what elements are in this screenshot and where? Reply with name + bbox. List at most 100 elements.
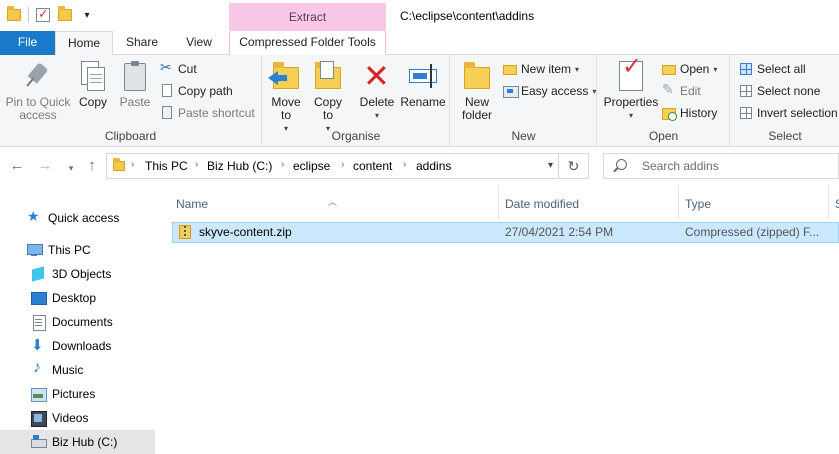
properties-quick-button[interactable]	[35, 6, 51, 24]
new-folder-button[interactable]: New folder	[457, 59, 497, 122]
delete-button[interactable]: ✕ Delete ▾	[359, 59, 395, 122]
clipboard-group-label: Clipboard	[104, 129, 157, 143]
tab-compressed-folder-tools[interactable]: Compressed Folder Tools	[229, 31, 386, 55]
copy-to-icon	[312, 59, 344, 93]
address-bar[interactable]: › This PC › Biz Hub (C:) › eclipse › con…	[106, 153, 559, 179]
nav-item-label: Music	[52, 363, 84, 377]
delete-dropdown-arrow: ▾	[374, 111, 379, 120]
copy-label: Copy	[78, 95, 107, 109]
easy-access-dropdown-arrow: ▾	[592, 86, 597, 96]
copy-to-label: Copy to	[313, 95, 342, 122]
nav-item-desktop[interactable]: Desktop	[0, 286, 155, 310]
easy-access-label: Easy access	[521, 84, 589, 98]
pin-to-quick-access-button[interactable]: Pin to Quick access	[4, 59, 72, 122]
select-none-button[interactable]: Select none	[739, 81, 820, 101]
new-group: New folder New item ▾ Easy access ▾ New	[451, 55, 597, 147]
column-header-type[interactable]: Type	[679, 185, 829, 219]
file-type: Compressed (zipped) F...	[685, 225, 820, 239]
documents-icon	[30, 314, 46, 331]
paste-shortcut-button[interactable]: Paste shortcut	[160, 103, 255, 123]
nav-item-videos[interactable]: Videos	[0, 406, 155, 430]
move-to-icon	[268, 59, 302, 93]
copy-path-button[interactable]: Copy path	[160, 81, 233, 101]
breadcrumb-biz-hub[interactable]: Biz Hub (C:)	[207, 159, 272, 173]
paste-button[interactable]: Paste	[116, 59, 154, 109]
clipboard-group: Pin to Quick access Copy Paste Cut Copy …	[0, 55, 262, 147]
breadcrumb-separator[interactable]: ›	[281, 159, 284, 170]
tab-share[interactable]: Share	[116, 31, 168, 55]
move-to-label: Move to	[271, 95, 301, 122]
tab-file[interactable]: File	[0, 31, 55, 55]
new-item-button[interactable]: New item ▾	[503, 59, 579, 79]
column-header-label: Date modified	[505, 197, 580, 211]
tab-view[interactable]: View	[172, 31, 226, 55]
rename-button[interactable]: Rename	[400, 59, 446, 109]
open-group: Properties ▾ Open ▾ Edit History Open	[598, 55, 730, 147]
select-all-button[interactable]: Select all	[739, 59, 806, 79]
address-dropdown[interactable]: ▾	[548, 160, 553, 171]
nav-item-3d-objects[interactable]: 3D Objects	[0, 262, 155, 286]
breadcrumb-this-pc[interactable]: This PC	[145, 159, 188, 173]
nav-item-label: Documents	[52, 315, 113, 329]
select-none-icon	[739, 84, 753, 98]
invert-selection-button[interactable]: Invert selection	[739, 103, 838, 123]
nav-item-label: Downloads	[52, 339, 112, 353]
search-input[interactable]	[642, 158, 832, 174]
back-button[interactable]: ←	[8, 158, 26, 174]
refresh-button[interactable]: ↻	[559, 153, 589, 179]
nav-item-this-pc[interactable]: This PC	[0, 238, 155, 262]
cut-button[interactable]: Cut	[160, 59, 197, 79]
open-button[interactable]: Open ▾	[662, 59, 717, 79]
history-button[interactable]: History	[662, 103, 717, 123]
properties-button[interactable]: Properties ▾	[602, 59, 660, 122]
zip-file-icon	[179, 225, 191, 239]
edit-button[interactable]: Edit	[662, 81, 701, 101]
column-header-label: Type	[685, 197, 712, 211]
breadcrumb-eclipse[interactable]: eclipse	[293, 159, 330, 173]
column-header-size[interactable]: S	[829, 185, 839, 219]
recent-locations-dropdown[interactable]: ▾	[62, 160, 80, 176]
nav-item-music[interactable]: Music	[0, 358, 155, 382]
column-header-name[interactable]: ︿ Name	[170, 185, 499, 219]
divider	[28, 7, 29, 23]
properties-dropdown-arrow: ▾	[628, 111, 633, 120]
desktop-icon	[30, 290, 47, 306]
nav-item-biz-hub[interactable]: Biz Hub (C:)	[0, 430, 155, 454]
rename-label: Rename	[400, 95, 446, 109]
customize-toolbar-dropdown[interactable]: ▾	[79, 6, 95, 24]
new-folder-icon	[58, 6, 72, 21]
forward-button[interactable]: →	[36, 158, 54, 174]
organise-group-label: Organise	[331, 129, 381, 143]
select-all-label: Select all	[757, 62, 806, 76]
search-box[interactable]	[603, 153, 839, 179]
pin-icon	[22, 59, 54, 93]
nav-item-downloads[interactable]: Downloads	[0, 334, 155, 358]
edit-icon	[662, 81, 676, 98]
breadcrumb-separator[interactable]: ›	[403, 159, 406, 170]
up-button[interactable]: ↑	[83, 158, 101, 174]
new-folder-quick-button[interactable]	[57, 6, 73, 24]
tab-home[interactable]: Home	[55, 31, 113, 56]
table-row[interactable]: skyve-content.zip 27/04/2021 2:54 PM Com…	[172, 222, 839, 243]
file-list: ︿ Name Date modified Type S skyve-conten…	[170, 185, 839, 454]
pictures-icon	[30, 386, 47, 402]
open-group-label: Open	[648, 129, 679, 143]
breadcrumb-separator[interactable]: ›	[131, 159, 134, 170]
refresh-icon: ↻	[567, 158, 580, 174]
breadcrumb-separator[interactable]: ›	[195, 159, 198, 170]
move-to-button[interactable]: Move to ▾	[268, 59, 303, 135]
breadcrumb-separator[interactable]: ›	[341, 159, 344, 170]
easy-access-button[interactable]: Easy access ▾	[503, 81, 596, 101]
column-header-date-modified[interactable]: Date modified	[499, 185, 679, 219]
breadcrumb-content[interactable]: content	[353, 159, 392, 173]
nav-item-documents[interactable]: Documents	[0, 310, 155, 334]
nav-item-quick-access[interactable]: Quick access	[0, 206, 155, 230]
nav-item-pictures[interactable]: Pictures	[0, 382, 155, 406]
copy-to-button[interactable]: Copy to ▾	[311, 59, 345, 135]
context-tab-header: Extract	[229, 3, 386, 31]
copy-path-icon	[160, 84, 174, 98]
3d-objects-icon	[30, 266, 46, 282]
breadcrumb-addins[interactable]: addins	[416, 159, 451, 173]
column-headers: ︿ Name Date modified Type S	[170, 185, 839, 219]
copy-button[interactable]: Copy	[76, 59, 110, 109]
